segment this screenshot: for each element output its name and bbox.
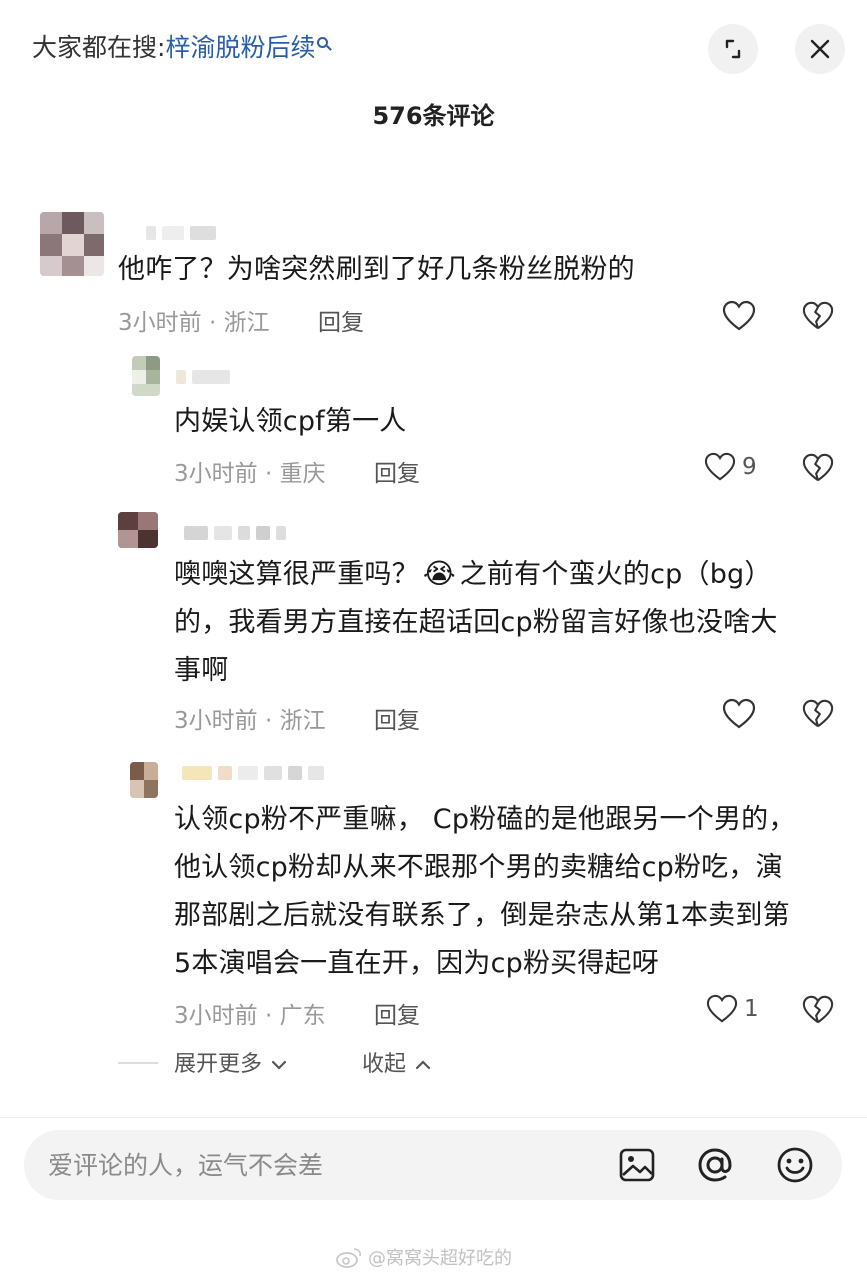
comment-text: 内娱认领cpf第一人 [174,406,407,437]
thread-controls: 展开更多 收起 [118,1044,858,1080]
mention-button[interactable] [694,1144,736,1186]
comment-text: 他咋了？为啥突然刷到了好几条粉丝脱粉的 [118,254,635,285]
like-count: 9 [742,454,757,480]
at-icon [698,1148,732,1182]
broken-heart-icon [802,995,834,1024]
reply-button[interactable]: 回复 [318,303,364,337]
search-icon [317,37,329,48]
comment-count-title: 576条评论 [372,102,495,130]
username-blurred[interactable] [182,766,324,780]
avatar[interactable] [118,512,158,548]
avatar[interactable] [132,356,160,396]
emoji-icon [777,1147,813,1183]
comment-text: 认领cp粉不严重嘛， Cp粉磕的是他跟另一个男的， 他认领cp粉却从来不跟那个男… [174,796,844,988]
collapse-label: 收起 [362,1052,407,1077]
reply-button[interactable]: 回复 [374,996,420,1030]
dislike-button[interactable] [802,452,834,488]
top-bar: 大家都在搜:梓渝脱粉后续 576条评论 [0,0,867,130]
comment-text-line: 5本演唱会一直在开，因为cp粉买得起呀 [174,948,659,979]
dislike-button[interactable] [802,994,834,1030]
comment-meta: 3小时前 · 浙江 [118,310,270,336]
image-button[interactable] [616,1144,658,1186]
comment-meta: 3小时前 · 浙江 [174,708,326,734]
watermark: @窝窝头超好吃的 [336,1244,512,1270]
heart-icon [706,994,738,1023]
like-button[interactable] [722,300,756,332]
comment-text: 噢噢这算很严重吗？ 😭 之前有个蛮火的cp（bg） 的，我看男方直接在超话回cp粉留… [174,550,834,695]
like-button[interactable]: 9 [704,452,757,482]
comment-text-line: 之前有个蛮火的cp（bg） [459,559,772,590]
close-button[interactable] [795,24,845,74]
like-button[interactable] [722,698,756,730]
dislike-button[interactable] [802,300,834,336]
close-icon [810,39,830,59]
username-blurred[interactable] [184,526,286,540]
comment-text-line: 噢噢这算很严重吗？ [174,559,419,590]
broken-heart-icon [802,301,834,330]
crying-emoji-icon: 😭 [422,557,456,590]
dislike-button[interactable] [802,698,834,734]
hot-search[interactable]: 大家都在搜:梓渝脱粉后续 [32,28,329,64]
heart-icon [722,698,756,729]
reply-button[interactable]: 回复 [374,701,420,735]
comment-text-line: 那部剧之后就没有联系了，倒是杂志从第1本卖到第 [174,900,790,931]
thread-divider-line [118,1062,158,1064]
comment-text-line: 他认领cp粉却从来不跟那个男的卖糖给cp粉吃，演 [174,852,783,883]
collapse-icon [725,39,741,59]
avatar[interactable] [130,762,158,798]
image-icon [619,1148,655,1182]
comment-text-line: 事啊 [174,655,229,686]
like-count: 1 [744,996,759,1022]
weibo-logo-icon [336,1248,361,1268]
comment-meta: 3小时前 · 广东 [174,1003,326,1029]
comment-input-bar [24,1130,842,1200]
avatar[interactable] [40,212,104,276]
bottom-divider [0,1117,867,1118]
comment-input[interactable] [48,1130,608,1200]
hot-search-keyword[interactable]: 梓渝脱粉后续 [165,33,315,62]
emoji-button[interactable] [774,1144,816,1186]
hot-search-label: 大家都在搜: [32,33,166,62]
username-blurred[interactable] [146,226,216,240]
comment-text-line: 认领cp粉不严重嘛， Cp粉磕的是他跟另一个男的， [174,804,796,835]
chevron-down-icon [271,1060,287,1070]
reply-button[interactable]: 回复 [374,454,420,488]
collapse-thread-button[interactable]: 收起 [362,1046,431,1078]
broken-heart-icon [802,453,834,482]
comment-meta: 3小时前 · 重庆 [174,461,326,487]
expand-more-label: 展开更多 [174,1052,263,1077]
collapse-button[interactable] [708,24,758,74]
heart-icon [704,452,736,481]
expand-more-button[interactable]: 展开更多 [174,1046,287,1078]
comment-text-line: 的，我看男方直接在超话回cp粉留言好像也没啥大 [174,607,778,638]
watermark-text: @窝窝头超好吃的 [368,1248,512,1269]
username-blurred[interactable] [176,370,230,384]
heart-icon [722,300,756,331]
chevron-up-icon [415,1060,431,1070]
like-button[interactable]: 1 [706,994,759,1024]
broken-heart-icon [802,699,834,728]
